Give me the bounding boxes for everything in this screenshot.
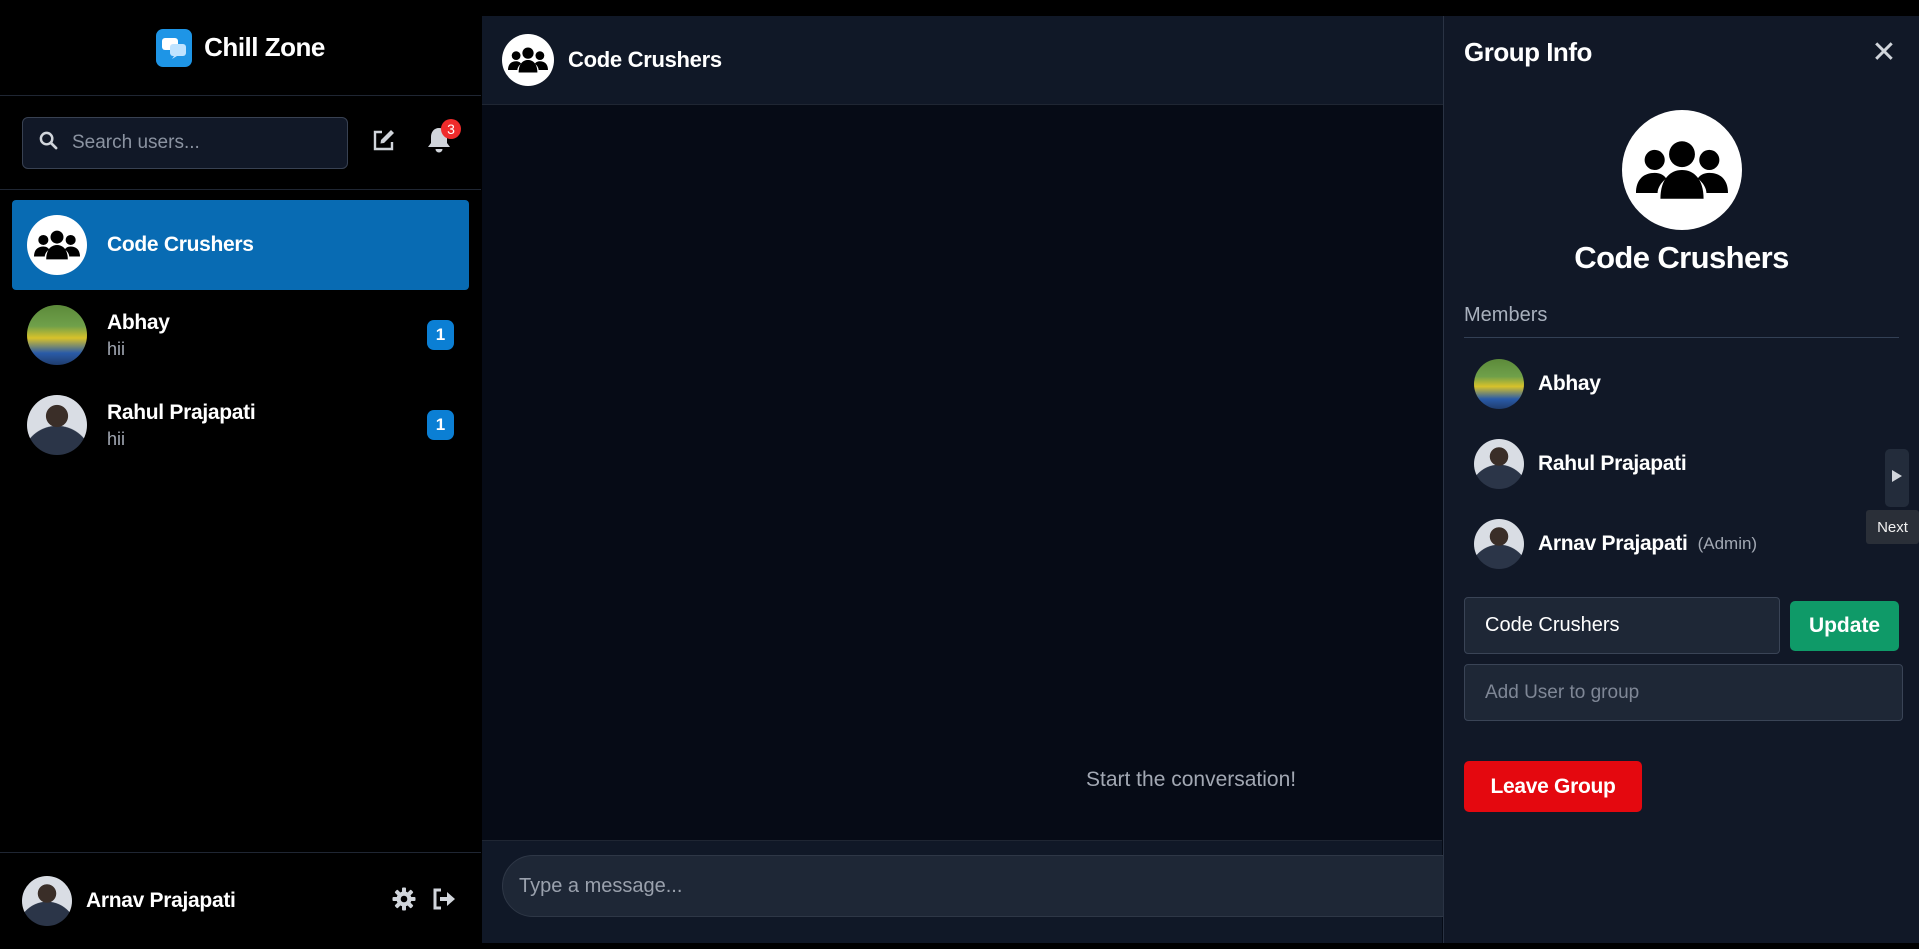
chat-title: Code Crushers bbox=[568, 47, 722, 72]
users-icon bbox=[508, 46, 548, 74]
update-button[interactable]: Update bbox=[1790, 600, 1899, 651]
add-user-input[interactable] bbox=[1464, 664, 1903, 721]
member-item[interactable]: Rahul Prajapati bbox=[1444, 424, 1919, 504]
logout-button[interactable] bbox=[429, 886, 459, 916]
avatar bbox=[27, 305, 87, 365]
notification-count-badge: 3 bbox=[441, 118, 461, 139]
play-triangle-icon bbox=[1891, 469, 1903, 488]
members-heading: Members bbox=[1464, 304, 1899, 338]
unread-count-badge: 1 bbox=[427, 320, 454, 350]
message-composer bbox=[482, 840, 1502, 943]
chat-list: Code Crushers Abhay hii 1 Rahul Prajapat… bbox=[0, 190, 481, 480]
last-message: hii bbox=[107, 428, 126, 449]
avatar bbox=[1474, 359, 1524, 409]
chat-list-item-code-crushers[interactable]: Code Crushers bbox=[12, 200, 469, 290]
leave-group-button[interactable]: Leave Group bbox=[1464, 761, 1642, 812]
group-avatar bbox=[27, 215, 87, 275]
chat-name: Rahul Prajapati bbox=[107, 400, 256, 424]
empty-conversation-text: Start the conversation! bbox=[1086, 768, 1297, 791]
last-message: hii bbox=[107, 338, 126, 359]
avatar bbox=[27, 395, 87, 455]
member-name: Abhay bbox=[1538, 372, 1601, 395]
next-button[interactable] bbox=[1885, 449, 1909, 507]
users-icon bbox=[1636, 138, 1728, 202]
avatar bbox=[1474, 519, 1524, 569]
group-info-panel: Group Info ✕ Code Crushers Members Abhay… bbox=[1443, 16, 1919, 943]
logout-icon bbox=[431, 887, 457, 916]
edit-icon bbox=[371, 127, 397, 158]
next-tooltip: Next bbox=[1866, 510, 1919, 544]
members-list: Abhay Rahul Prajapati Arnav Prajapati (A… bbox=[1444, 344, 1919, 584]
brand-header: Chill Zone bbox=[0, 0, 481, 96]
notifications-button[interactable]: 3 bbox=[419, 118, 461, 163]
search-box[interactable] bbox=[22, 116, 348, 169]
member-name: Arnav Prajapati bbox=[1538, 532, 1688, 555]
message-input[interactable] bbox=[502, 855, 1502, 917]
current-user-name: Arnav Prajapati bbox=[86, 889, 236, 912]
group-name-input[interactable] bbox=[1464, 597, 1781, 654]
search-row: 3 bbox=[0, 96, 481, 190]
app-name: Chill Zone bbox=[204, 32, 325, 62]
search-icon bbox=[39, 131, 58, 155]
chat-name: Abhay bbox=[107, 310, 170, 334]
panel-title: Group Info bbox=[1464, 36, 1592, 67]
avatar bbox=[1474, 439, 1524, 489]
unread-count-badge: 1 bbox=[427, 410, 454, 440]
settings-button[interactable] bbox=[389, 886, 419, 916]
new-chat-button[interactable] bbox=[364, 123, 404, 163]
users-icon bbox=[34, 229, 80, 261]
rename-row: Update bbox=[1444, 597, 1919, 654]
group-avatar[interactable] bbox=[502, 34, 554, 86]
member-item[interactable]: Arnav Prajapati (Admin) bbox=[1444, 504, 1919, 584]
avatar[interactable] bbox=[22, 876, 72, 926]
member-item[interactable]: Abhay bbox=[1444, 344, 1919, 424]
search-input[interactable] bbox=[72, 131, 332, 154]
member-name: Rahul Prajapati bbox=[1538, 452, 1687, 475]
sidebar: Chill Zone 3 Code Crushers bbox=[0, 0, 481, 949]
admin-label: (Admin) bbox=[1697, 534, 1758, 553]
current-user-footer: Arnav Prajapati bbox=[0, 852, 481, 949]
close-icon[interactable]: ✕ bbox=[1869, 35, 1899, 70]
group-info-header: Group Info ✕ bbox=[1444, 16, 1919, 88]
chat-name: Code Crushers bbox=[107, 233, 254, 256]
group-avatar-large bbox=[1621, 110, 1742, 230]
chat-list-item-rahul-prajapati[interactable]: Rahul Prajapati hii 1 bbox=[12, 380, 469, 470]
gear-icon bbox=[392, 887, 416, 916]
group-name: Code Crushers bbox=[1574, 240, 1789, 275]
chat-list-item-abhay[interactable]: Abhay hii 1 bbox=[12, 290, 469, 380]
chat-bubble-logo-icon bbox=[156, 28, 193, 67]
